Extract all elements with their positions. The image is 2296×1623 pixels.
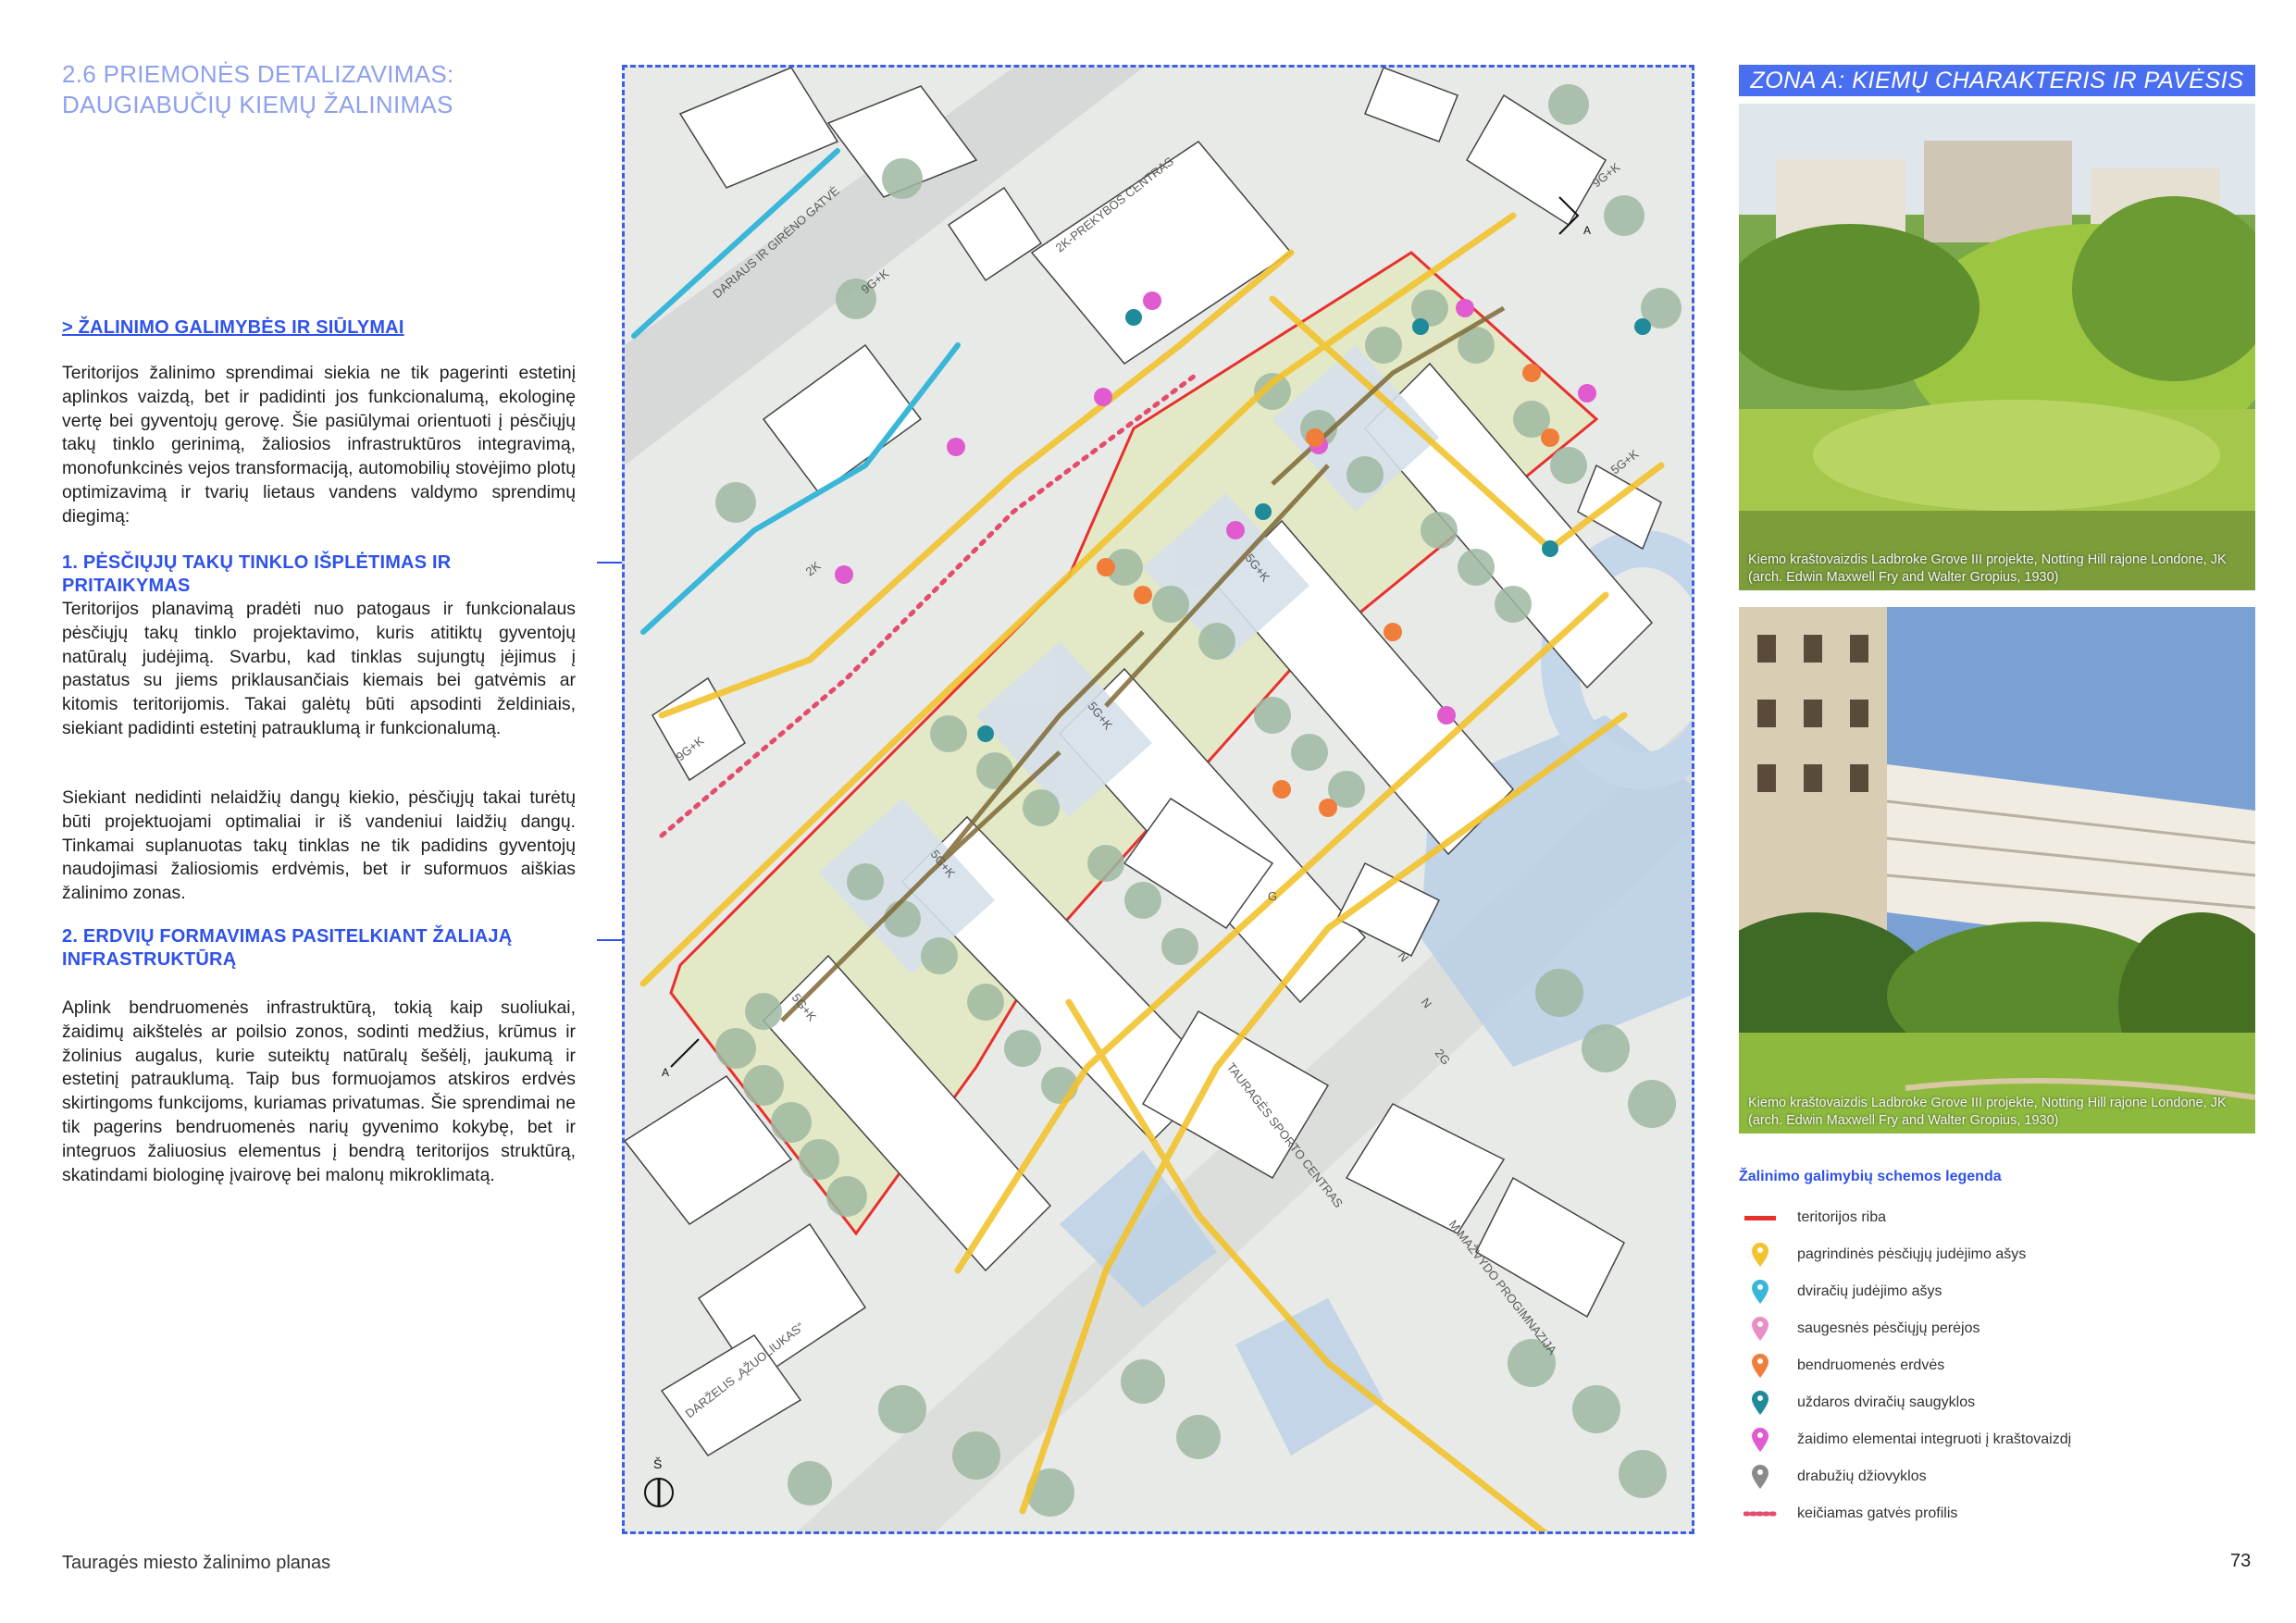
legend-item-pedestrian-axes: pagrindinės pėsčiųjų judėjimo ašys bbox=[1744, 1241, 2026, 1269]
legend-item-bike-storage: uždaros dviračių saugyklos bbox=[1744, 1389, 1975, 1417]
legend-item-safer-crossings: saugesnės pėsčiųjų perėjos bbox=[1744, 1315, 1980, 1343]
footer-document-name: Tauragės miesto žalinimo planas bbox=[62, 1553, 331, 1573]
paragraph-pedestrian-network: Teritorijos planavimą pradėti nuo patoga… bbox=[62, 599, 576, 738]
community-pin-icon bbox=[1744, 1352, 1777, 1380]
courtyard-photo-2-image bbox=[1739, 607, 2255, 1134]
legend-label: uždaros dviračių saugyklos bbox=[1797, 1394, 1976, 1410]
pedestrian-pin-icon bbox=[1744, 1241, 1777, 1269]
legend-label: pagrindinės pėsčiųjų judėjimo ašys bbox=[1797, 1246, 2027, 1262]
heading-pedestrian-network: 1. PĖSČIŲJŲ TAKŲ TINKLO IŠPLĖTIMAS IR PR… bbox=[62, 552, 452, 596]
legend-item-community-spaces: bendruomenės erdvės bbox=[1744, 1352, 1944, 1380]
bicycle-pin-icon bbox=[1744, 1278, 1777, 1306]
page-title: 2.6 PRIEMONĖS DETALIZAVIMAS: DAUGIABUČIŲ… bbox=[62, 59, 580, 120]
section-marker-a-bottom: A bbox=[662, 1066, 669, 1079]
bike-storage-pin-icon bbox=[1744, 1389, 1777, 1417]
legend-item-laundry-dryers: drabužių džiovyklos bbox=[1744, 1463, 1927, 1491]
legend-label: saugesnės pėsčiųjų perėjos bbox=[1797, 1320, 1980, 1336]
title-line-2: DAUGIABUČIŲ KIEMŲ ŽALINIMAS bbox=[62, 91, 453, 118]
courtyard-photo-1: Kiemo kraštovaizdis Ladbroke Grove III p… bbox=[1739, 104, 2255, 590]
site-plan-map: DARIAUS IR GIRĖNO GATVĖ 2K-PREKYBOS CENT… bbox=[622, 65, 1694, 1534]
paragraph-permeable-paths: Siekiant nedidinti nelaidžių dangų kieki… bbox=[62, 787, 576, 904]
play-pin-icon bbox=[1744, 1426, 1777, 1454]
red-line-icon bbox=[1744, 1204, 1777, 1232]
laundry-pin-icon bbox=[1744, 1463, 1777, 1491]
legend-label: drabužių džiovyklos bbox=[1797, 1468, 1927, 1484]
heading-green-infrastructure: 2. ERDVIŲ FORMAVIMAS PASITELKIANT ŽALIAJ… bbox=[62, 925, 580, 972]
legend-label: bendruomenės erdvės bbox=[1797, 1357, 1945, 1373]
legend-item-territory-boundary: teritorijos riba bbox=[1744, 1204, 1886, 1232]
zone-banner: ZONA A: KIEMŲ CHARAKTERIS IR PAVĖSIS bbox=[1739, 65, 2255, 96]
photo-1-caption: Kiemo kraštovaizdis Ladbroke Grove III p… bbox=[1748, 552, 2227, 585]
legend-title: Žalinimo galimybių schemos legenda bbox=[1739, 1169, 2002, 1184]
heading-green-infrastructure-line2: INFRASTRUKTŪRĄ bbox=[62, 949, 237, 970]
dotted-line-icon bbox=[1744, 1500, 1777, 1528]
legend-label: teritorijos riba bbox=[1797, 1209, 1887, 1225]
legend-item-bicycle-axes: dviračių judėjimo ašys bbox=[1744, 1278, 1942, 1306]
intro-paragraph: Teritorijos žalinimo sprendimai siekia n… bbox=[62, 363, 576, 527]
section-marker-a-top: A bbox=[1583, 224, 1591, 237]
legend-label: žaidimo elementai integruoti į kraštovai… bbox=[1797, 1431, 2072, 1447]
courtyard-photo-1-image bbox=[1739, 104, 2255, 590]
page-number: 73 bbox=[2230, 1551, 2252, 1571]
legend-label: dviračių judėjimo ašys bbox=[1797, 1283, 1942, 1299]
map-label-g: G bbox=[1268, 889, 1277, 903]
crossing-pin-icon bbox=[1744, 1315, 1777, 1343]
legend-item-play-elements: žaidimo elementai integruoti į kraštovai… bbox=[1744, 1426, 2071, 1454]
legend-label: keičiamas gatvės profilis bbox=[1797, 1505, 1958, 1521]
heading-green-infrastructure-line1: 2. ERDVIŲ FORMAVIMAS PASITELKIANT ŽALIAJ… bbox=[62, 926, 513, 947]
photo-2-caption: Kiemo kraštovaizdis Ladbroke Grove III p… bbox=[1748, 1096, 2227, 1128]
section-subheading: > ŽALINIMO GALIMYBĖS IR SIŪLYMAI bbox=[62, 317, 404, 338]
title-line-1: 2.6 PRIEMONĖS DETALIZAVIMAS: bbox=[62, 60, 454, 88]
legend-item-street-profile: keičiamas gatvės profilis bbox=[1744, 1500, 1957, 1528]
north-label: Š bbox=[653, 1456, 662, 1471]
paragraph-green-infrastructure: Aplink bendruomenės infrastruktūrą, toki… bbox=[62, 997, 576, 1185]
courtyard-photo-2: Kiemo kraštovaizdis Ladbroke Grove III p… bbox=[1739, 607, 2255, 1134]
site-plan-drawing: DARIAUS IR GIRĖNO GATVĖ 2K-PREKYBOS CENT… bbox=[625, 68, 1692, 1531]
